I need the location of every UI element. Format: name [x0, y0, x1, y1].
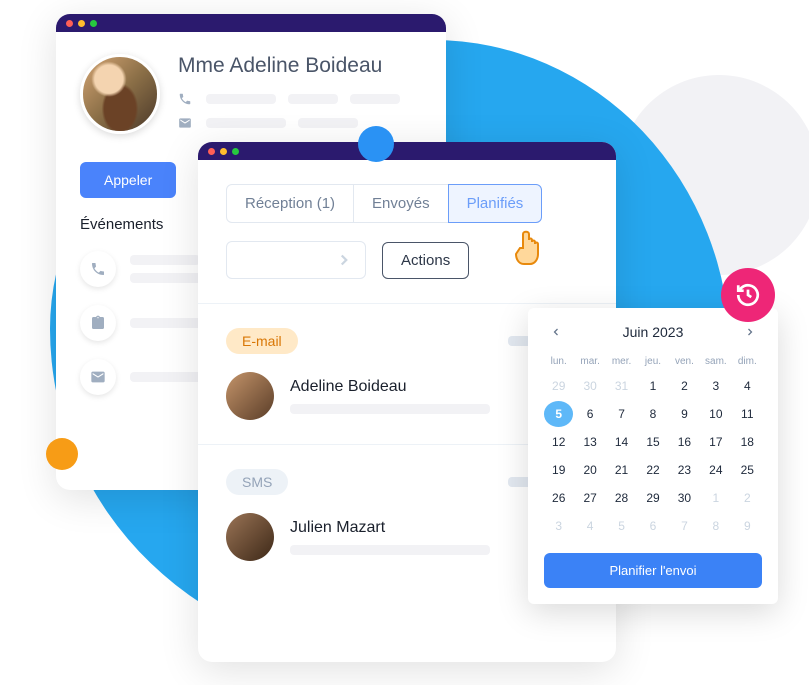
calendar-day[interactable]: 8	[701, 513, 730, 539]
calendar-day[interactable]: 3	[544, 513, 573, 539]
calendar-day[interactable]: 19	[544, 457, 573, 483]
calendar-month-title: Juin 2023	[623, 324, 684, 340]
calendar-day[interactable]: 11	[733, 401, 762, 427]
phone-icon	[80, 251, 116, 287]
calendar-day[interactable]: 12	[544, 429, 573, 455]
calendar-day[interactable]: 4	[733, 373, 762, 399]
calendar-day[interactable]: 25	[733, 457, 762, 483]
avatar	[226, 372, 274, 420]
calendar-day[interactable]: 27	[575, 485, 604, 511]
chevron-right-icon	[335, 251, 353, 269]
calendar-day[interactable]: 29	[638, 485, 667, 511]
calendar-dow: lun.	[544, 352, 573, 371]
actions-button[interactable]: Actions	[382, 242, 469, 279]
schedule-button[interactable]: Planifier l'envoi	[544, 553, 762, 588]
calendar-day[interactable]: 30	[575, 373, 604, 399]
calendar-day[interactable]: 29	[544, 373, 573, 399]
next-month-button[interactable]	[738, 324, 762, 340]
calendar-day[interactable]: 20	[575, 457, 604, 483]
calendar-grid: lun.mar.mer.jeu.ven.sam.dim.293031123456…	[544, 352, 762, 539]
calendar-dow: sam.	[701, 352, 730, 371]
chevron-right-icon	[744, 326, 756, 338]
calendar-day[interactable]: 30	[670, 485, 699, 511]
calendar-day[interactable]: 4	[575, 513, 604, 539]
calendar-day[interactable]: 22	[638, 457, 667, 483]
minimize-dot[interactable]	[220, 148, 227, 155]
calendar-day[interactable]: 24	[701, 457, 730, 483]
close-dot[interactable]	[66, 20, 73, 27]
sms-badge: SMS	[226, 469, 288, 495]
phone-row	[178, 92, 422, 106]
calendar-day[interactable]: 21	[607, 457, 636, 483]
calendar-day[interactable]: 3	[701, 373, 730, 399]
calendar-day[interactable]: 9	[670, 401, 699, 427]
minimize-dot[interactable]	[78, 20, 85, 27]
decorative-circle-blue	[358, 126, 394, 162]
profile-avatar	[80, 54, 160, 134]
email-badge: E-mail	[226, 328, 298, 354]
history-button[interactable]	[721, 268, 775, 322]
search-input[interactable]	[226, 241, 366, 279]
calendar-day[interactable]: 26	[544, 485, 573, 511]
chevron-left-icon	[550, 326, 562, 338]
calendar-day[interactable]: 6	[575, 401, 604, 427]
calendar-day[interactable]: 28	[607, 485, 636, 511]
clipboard-icon	[80, 305, 116, 341]
calendar-day[interactable]: 9	[733, 513, 762, 539]
calendar-day[interactable]: 31	[607, 373, 636, 399]
calendar-day[interactable]: 5	[544, 401, 573, 427]
pointer-cursor-icon	[509, 224, 549, 270]
close-dot[interactable]	[208, 148, 215, 155]
calendar-dow: ven.	[670, 352, 699, 371]
envelope-icon	[80, 359, 116, 395]
maximize-dot[interactable]	[90, 20, 97, 27]
calendar-day[interactable]: 17	[701, 429, 730, 455]
calendar-day[interactable]: 1	[701, 485, 730, 511]
sender-name: Julien Mazart	[290, 519, 490, 537]
calendar-day[interactable]: 7	[670, 513, 699, 539]
calendar-dow: mer.	[607, 352, 636, 371]
tab-planned[interactable]: Planifiés	[448, 184, 543, 223]
calendar-day[interactable]: 16	[670, 429, 699, 455]
calendar-dow: mar.	[575, 352, 604, 371]
phone-icon	[178, 92, 194, 106]
calendar-day[interactable]: 7	[607, 401, 636, 427]
sender-name: Adeline Boideau	[290, 378, 490, 396]
calendar-day[interactable]: 18	[733, 429, 762, 455]
calendar-popup: Juin 2023 lun.mar.mer.jeu.ven.sam.dim.29…	[528, 308, 778, 604]
call-button[interactable]: Appeler	[80, 162, 176, 198]
maximize-dot[interactable]	[232, 148, 239, 155]
calendar-day[interactable]: 2	[670, 373, 699, 399]
titlebar	[56, 14, 446, 32]
calendar-day[interactable]: 13	[575, 429, 604, 455]
avatar	[226, 513, 274, 561]
calendar-day[interactable]: 6	[638, 513, 667, 539]
calendar-day[interactable]: 23	[670, 457, 699, 483]
calendar-day[interactable]: 2	[733, 485, 762, 511]
profile-name: Mme Adeline Boideau	[178, 54, 422, 78]
history-icon	[735, 282, 761, 308]
prev-month-button[interactable]	[544, 324, 568, 340]
decorative-circle-orange	[46, 438, 78, 470]
tab-sent[interactable]: Envoyés	[354, 184, 448, 223]
calendar-dow: dim.	[733, 352, 762, 371]
message-tabs: Réception (1) Envoyés Planifiés	[226, 184, 588, 223]
calendar-day[interactable]: 1	[638, 373, 667, 399]
calendar-day[interactable]: 10	[701, 401, 730, 427]
calendar-day[interactable]: 8	[638, 401, 667, 427]
calendar-day[interactable]: 15	[638, 429, 667, 455]
calendar-dow: jeu.	[638, 352, 667, 371]
titlebar	[198, 142, 616, 160]
tab-reception[interactable]: Réception (1)	[226, 184, 354, 223]
calendar-day[interactable]: 5	[607, 513, 636, 539]
calendar-day[interactable]: 14	[607, 429, 636, 455]
envelope-icon	[178, 116, 194, 130]
